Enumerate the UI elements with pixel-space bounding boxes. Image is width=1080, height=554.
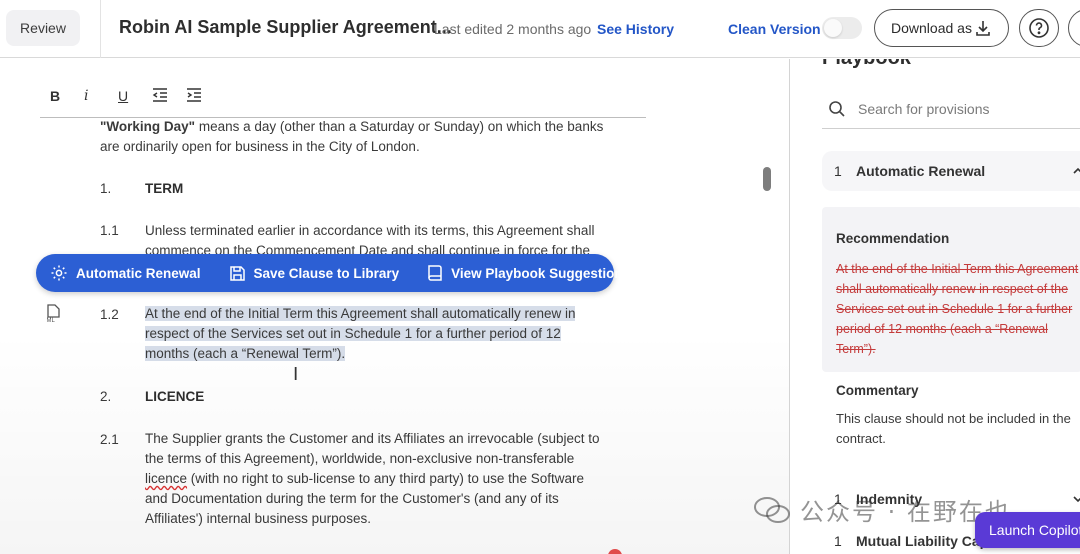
indent-button[interactable] [176, 87, 210, 105]
chevron-up-icon [1073, 167, 1080, 174]
underline-button[interactable]: U [108, 88, 142, 104]
save-clause-label: Save Clause to Library [253, 265, 400, 281]
provision-label: Automatic Renewal [856, 163, 986, 179]
download-label: Download as [891, 20, 972, 36]
outdent-icon [152, 87, 167, 102]
clause-text: Affiliates') internal business purposes. [145, 511, 371, 526]
ml-badge-icon[interactable]: ML [40, 300, 66, 326]
commentary-text: This clause should not be included in th… [836, 411, 1071, 446]
selected-text: respect of the Services set out in Sched… [145, 326, 561, 341]
launch-copilot-button[interactable]: Launch Copilot [975, 512, 1080, 548]
view-playbook-label: View Playbook Suggestion [451, 265, 623, 281]
top-bar: Review Robin AI Sample Supplier Agreemen… [0, 0, 1080, 58]
clause-2-1[interactable]: The Supplier grants the Customer and its… [145, 429, 625, 529]
italic-button[interactable]: i [74, 88, 108, 104]
download-button[interactable]: Download as [874, 9, 1009, 47]
see-history-link[interactable]: See History [597, 21, 674, 37]
search-input[interactable] [858, 100, 1058, 117]
indent-icon [187, 87, 201, 102]
provision-count: 1 [834, 533, 842, 549]
clause-number: 2.1 [100, 432, 119, 447]
clause-text: and Documentation during the term for th… [145, 491, 559, 506]
playbook-sidebar: Playbook 1 Automatic Renewal Recommendat… [789, 59, 1080, 554]
clause-1-2-selected[interactable]: At the end of the Initial Term this Agre… [145, 304, 625, 364]
clean-version-label: Clean Version [728, 21, 821, 37]
section-heading: TERM [145, 181, 184, 196]
clean-version-toggle[interactable] [822, 17, 862, 39]
definition-text: are ordinarily open for business in the … [100, 139, 420, 154]
ml-badge-label: ML [47, 318, 56, 324]
selected-text: months (each a “Renewal Term”). [145, 346, 346, 361]
clause-action-bar: Automatic Renewal Save Clause to Library… [36, 254, 623, 292]
clause-text: (with no right to sub-license to any thi… [187, 471, 584, 486]
definition-text: means a day (other than a Saturday or Su… [195, 119, 604, 134]
scrollbar-thumb[interactable] [763, 167, 771, 191]
save-icon [229, 265, 245, 281]
wechat-logo-icon [754, 496, 790, 523]
defined-term: "Working Day" [100, 119, 196, 134]
automatic-renewal-label: Automatic Renewal [76, 265, 201, 281]
review-button[interactable]: Review [6, 10, 80, 46]
misspelled-word[interactable]: licence [145, 471, 187, 486]
search-icon [829, 100, 845, 117]
commentary-heading: Commentary [836, 383, 919, 398]
gear-icon [51, 265, 67, 281]
help-icon [1029, 18, 1049, 38]
recommendation-text: At the end of the Initial Term this Agre… [836, 262, 1079, 356]
clause-number: 1.2 [100, 307, 119, 322]
provision-count: 1 [834, 163, 842, 179]
toggle-knob [824, 19, 842, 37]
section-heading: LICENCE [145, 389, 205, 404]
outdent-button[interactable] [142, 87, 176, 105]
clause-text: the terms of this Agreement), worldwide,… [145, 451, 575, 466]
clause-number: 1.1 [100, 223, 119, 238]
divider [100, 0, 101, 58]
format-toolbar: B i U [40, 81, 210, 111]
provision-automatic-renewal[interactable]: 1 Automatic Renewal [822, 151, 1080, 191]
sidebar-title: Playbook [822, 59, 911, 70]
save-clause-button[interactable]: Save Clause to Library [215, 254, 414, 292]
provision-label: Mutual Liability Cap [856, 533, 989, 549]
chevron-down-icon [1073, 496, 1080, 503]
help-button[interactable] [1019, 9, 1059, 47]
view-playbook-button[interactable]: View Playbook Suggestion [413, 254, 637, 292]
recommendation-panel: Recommendation At the end of the Initial… [822, 207, 1080, 372]
download-icon [976, 21, 990, 36]
recommendation-heading: Recommendation [836, 231, 950, 246]
section-number: 1. [100, 181, 112, 196]
clause-text: Unless terminated earlier in accordance … [145, 223, 595, 238]
automatic-renewal-button[interactable]: Automatic Renewal [36, 254, 215, 292]
last-edited-text: Last edited 2 months ago [434, 21, 592, 37]
more-button[interactable] [1068, 9, 1080, 47]
provision-search[interactable] [822, 89, 1080, 129]
clause-text: The Supplier grants the Customer and its… [145, 431, 600, 446]
selected-text: At the end of the Initial Term this Agre… [145, 306, 576, 321]
document-title: Robin AI Sample Supplier Agreement... [119, 17, 452, 37]
book-icon [428, 265, 442, 281]
watermark: 公众号 · 在野在也 [752, 492, 1011, 527]
section-number: 2. [100, 389, 112, 404]
document-editor[interactable]: B i U "Working Day" means a day (other t… [0, 59, 789, 554]
bold-button[interactable]: B [40, 88, 74, 104]
working-day-definition[interactable]: "Working Day" means a day (other than a … [100, 117, 620, 157]
text-cursor-icon: I [293, 364, 299, 385]
